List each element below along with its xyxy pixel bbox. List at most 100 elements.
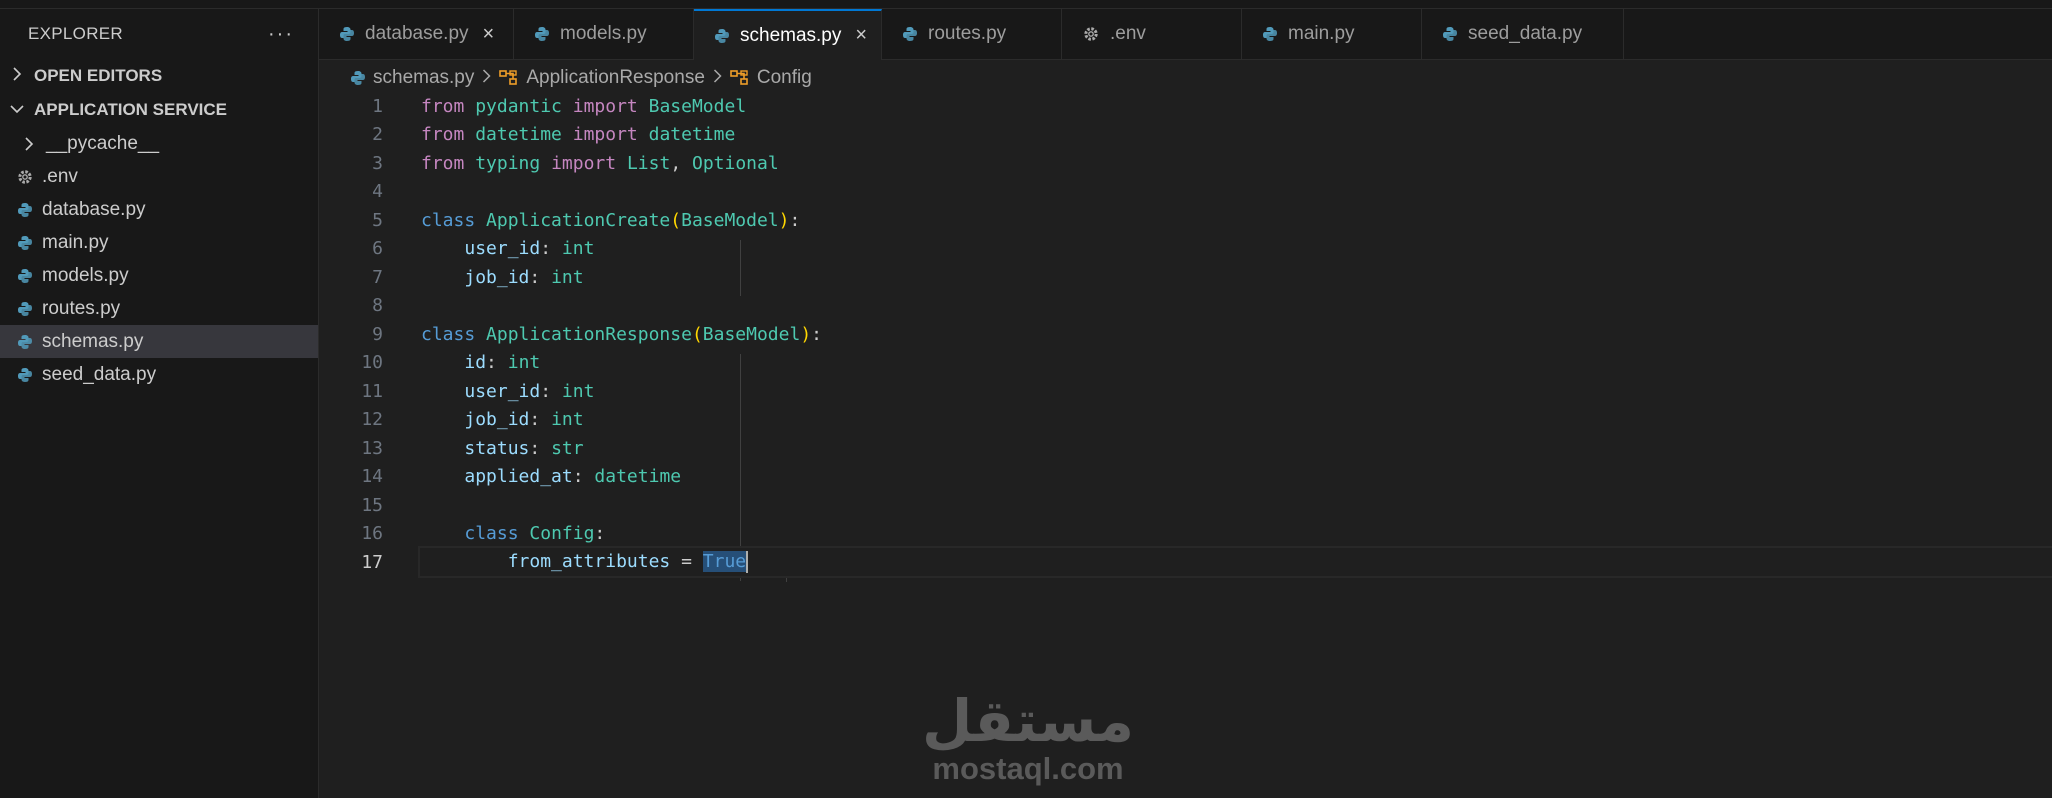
code-editor[interactable]: 1 from pydantic import BaseModel 2 from da… — [319, 92, 2052, 798]
tab-label: database.py — [365, 23, 469, 44]
project-label: APPLICATION SERVICE — [34, 100, 228, 119]
breadcrumb-inner[interactable]: Config — [757, 67, 812, 89]
tab-routes[interactable]: routes.py — [882, 9, 1062, 59]
code-text: from pydantic import BaseModel — [421, 95, 747, 117]
tree-item-routes[interactable]: routes.py — [0, 292, 318, 325]
code-text: user_id: int — [464, 380, 595, 402]
line-number: 7 — [372, 266, 383, 288]
text-cursor — [746, 551, 749, 573]
tree-item-label: schemas.py — [42, 330, 144, 352]
line-number: 2 — [372, 124, 383, 145]
tree-item-label: routes.py — [42, 297, 121, 319]
editor-tab-bar: database.py × models.py schemas.py × rou… — [319, 9, 2052, 60]
tree-item-env[interactable]: .env — [0, 160, 318, 193]
tree-item-label: seed_data.py — [42, 363, 157, 385]
tab-database[interactable]: database.py × — [319, 9, 514, 59]
line-number: 12 — [361, 409, 383, 430]
code-line: 1 from pydantic import BaseModel — [319, 92, 2052, 120]
explorer-title: EXPLORER — [28, 24, 123, 43]
code-line: 12 job_id: int — [319, 406, 2052, 434]
class-symbol-icon — [730, 69, 750, 87]
python-icon — [350, 70, 366, 86]
chevron-right-icon — [713, 68, 722, 88]
code-text: class ApplicationCreate(BaseModel): — [421, 209, 801, 231]
code-line: 6 user_id: int — [319, 235, 2052, 263]
line-number: 11 — [361, 380, 383, 402]
python-icon — [14, 334, 36, 350]
watermark: مستقل mostaql.com — [918, 690, 1138, 786]
python-icon — [339, 26, 355, 42]
project-section[interactable]: APPLICATION SERVICE — [0, 93, 318, 127]
tab-label: routes.py — [928, 23, 1007, 44]
tree-item-label: database.py — [42, 198, 146, 220]
code-line: 16 class Config: — [319, 520, 2052, 548]
line-number: 15 — [361, 494, 383, 516]
tree-item-pycache[interactable]: __pycache__ — [0, 127, 318, 160]
code-line: 9 class ApplicationResponse(BaseModel): — [319, 320, 2052, 348]
tab-schemas[interactable]: schemas.py × — [694, 9, 882, 60]
code-line: 13 status: str — [319, 434, 2052, 462]
code-line: 15 — [319, 491, 2052, 519]
python-icon — [902, 26, 918, 42]
explorer-header: EXPLORER ··· — [0, 9, 318, 59]
code-text: from typing import List, Optional — [421, 152, 779, 174]
tab-models[interactable]: models.py — [514, 9, 694, 59]
breadcrumb-file[interactable]: schemas.py — [373, 67, 474, 89]
tab-label: seed_data.py — [1468, 23, 1583, 44]
line-number: 16 — [361, 523, 383, 544]
line-number: 14 — [361, 466, 383, 487]
code-text: applied_at: datetime — [464, 466, 682, 487]
breadcrumb: schemas.py ApplicationResponse Config — [350, 64, 812, 92]
code-text: class Config: — [464, 523, 606, 544]
code-line: 3 from typing import List, Optional — [319, 149, 2052, 177]
open-editors-section[interactable]: OPEN EDITORS — [0, 59, 318, 93]
code-text: id: int — [464, 352, 541, 373]
code-line: 17 from_attributes = True — [319, 548, 2052, 576]
tab-env[interactable]: .env — [1062, 9, 1242, 59]
line-number: 9 — [372, 323, 383, 345]
watermark-latin: mostaql.com — [932, 751, 1124, 786]
tab-label: .env — [1110, 23, 1146, 44]
python-icon — [14, 235, 36, 251]
code-line: 2 from datetime import datetime — [319, 121, 2052, 149]
python-icon — [14, 301, 36, 317]
code-text: from_attributes = True — [507, 551, 749, 573]
line-number: 1 — [372, 95, 383, 117]
class-symbol-icon — [499, 69, 519, 87]
line-number: 5 — [372, 209, 383, 231]
tree-item-schemas[interactable]: schemas.py — [0, 325, 318, 358]
tab-main[interactable]: main.py — [1242, 9, 1422, 59]
tree-item-database[interactable]: database.py — [0, 193, 318, 226]
tree-item-label: .env — [42, 165, 78, 187]
line-number: 3 — [372, 152, 383, 174]
python-icon — [534, 26, 550, 42]
code-text: class ApplicationResponse(BaseModel): — [421, 323, 823, 345]
code-line: 5 class ApplicationCreate(BaseModel): — [319, 206, 2052, 234]
python-icon — [714, 28, 730, 44]
tree-item-seed-data[interactable]: seed_data.py — [0, 358, 318, 391]
window-top-strip — [0, 0, 2052, 9]
gear-icon — [14, 168, 36, 186]
watermark-arabic: مستقل — [921, 687, 1135, 755]
line-number: 8 — [372, 295, 383, 316]
explorer-sidebar: EXPLORER ··· OPEN EDITORS APPLICATION SE… — [0, 9, 319, 798]
tab-seed-data[interactable]: seed_data.py — [1422, 9, 1624, 59]
close-icon[interactable]: × — [855, 24, 867, 47]
code-line: 11 user_id: int — [319, 377, 2052, 405]
close-icon[interactable]: × — [483, 23, 495, 46]
code-text: from datetime import datetime — [421, 124, 736, 145]
chevron-right-icon — [18, 136, 40, 151]
chevron-down-icon — [6, 102, 28, 119]
open-editors-label: OPEN EDITORS — [34, 66, 163, 85]
code-text: job_id: int — [464, 266, 584, 288]
tree-item-main[interactable]: main.py — [0, 226, 318, 259]
code-line: 7 job_id: int — [319, 263, 2052, 291]
code-text: job_id: int — [464, 409, 584, 430]
line-number: 4 — [372, 181, 383, 202]
ellipsis-icon[interactable]: ··· — [268, 23, 294, 46]
tree-item-models[interactable]: models.py — [0, 259, 318, 292]
python-icon — [14, 268, 36, 284]
code-line: 8 — [319, 292, 2052, 320]
breadcrumb-class[interactable]: ApplicationResponse — [526, 67, 705, 89]
code-line: 14 applied_at: datetime — [319, 463, 2052, 491]
